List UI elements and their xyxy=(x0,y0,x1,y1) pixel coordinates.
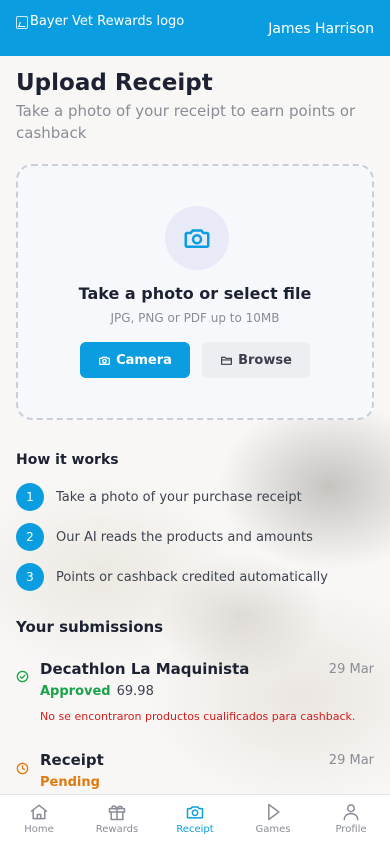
step-text: Points or cashback credited automaticall… xyxy=(56,569,328,585)
tab-profile[interactable]: Profile xyxy=(312,795,390,844)
tab-label: Games xyxy=(255,824,291,835)
folder-icon xyxy=(221,356,233,365)
clock-icon xyxy=(16,762,29,775)
brand-logo[interactable]: Bayer Vet Rewards logo xyxy=(16,14,184,30)
play-icon xyxy=(268,803,280,821)
tab-home[interactable]: Home xyxy=(0,795,78,844)
submission-status: Approved 69.98 xyxy=(40,684,154,699)
tab-label: Rewards xyxy=(95,824,139,835)
camera-button[interactable]: Camera xyxy=(80,342,190,378)
camera-icon xyxy=(99,356,111,365)
browse-button-label: Browse xyxy=(238,352,292,368)
submission-status: Pending xyxy=(40,775,100,790)
tab-receipt[interactable]: Receipt xyxy=(156,795,234,844)
step-number: 1 xyxy=(16,483,44,511)
submission-item[interactable]: Receipt 29 Mar Pending xyxy=(16,751,374,794)
tab-label: Receipt xyxy=(176,824,214,835)
step-text: Our AI reads the products and amounts xyxy=(56,529,313,545)
gift-icon xyxy=(108,805,126,821)
tab-label: Home xyxy=(24,824,54,835)
submission-amount: 69.98 xyxy=(116,684,154,699)
step-number: 3 xyxy=(16,563,44,591)
upload-title: Take a photo or select file xyxy=(78,284,312,303)
check-circle-icon xyxy=(16,670,29,683)
page-subtitle: Take a photo of your receipt to earn poi… xyxy=(16,102,356,142)
browse-button[interactable]: Browse xyxy=(202,342,310,378)
home-icon xyxy=(30,804,48,820)
step-item: 3 Points or cashback credited automatica… xyxy=(16,563,328,591)
upload-camera-badge xyxy=(165,206,229,270)
step-item: 2 Our AI reads the products and amounts xyxy=(16,523,313,551)
page-title: Upload Receipt xyxy=(16,70,213,96)
main-content: Upload Receipt Take a photo of your rece… xyxy=(0,56,390,794)
camera-icon xyxy=(186,806,204,819)
tab-rewards[interactable]: Rewards xyxy=(78,795,156,844)
logo-alt-text: Bayer Vet Rewards logo xyxy=(30,14,185,29)
user-icon xyxy=(343,804,359,821)
app-header: Bayer Vet Rewards logo James Harrison xyxy=(0,0,390,56)
upload-dropzone[interactable]: Take a photo or select file JPG, PNG or … xyxy=(16,164,374,420)
user-name[interactable]: James Harrison xyxy=(268,21,374,37)
tab-games[interactable]: Games xyxy=(234,795,312,844)
step-text: Take a photo of your purchase receipt xyxy=(56,489,302,505)
step-item: 1 Take a photo of your purchase receipt xyxy=(16,483,302,511)
bottom-tab-bar: Home Rewards Receipt Games Profile xyxy=(0,794,390,844)
submission-message: No se encontraron productos cualificados… xyxy=(40,710,356,723)
tab-label: Profile xyxy=(335,824,367,835)
broken-image-icon xyxy=(16,15,28,29)
status-label: Approved xyxy=(40,684,111,699)
submission-merchant: Receipt xyxy=(40,751,104,769)
upload-file-hint: JPG, PNG or PDF up to 10MB xyxy=(110,311,280,325)
submission-date: 29 Mar xyxy=(328,753,374,768)
camera-button-label: Camera xyxy=(116,352,172,368)
submission-date: 29 Mar xyxy=(328,662,374,677)
how-it-works-title: How it works xyxy=(16,452,119,468)
submission-merchant: Decathlon La Maquinista xyxy=(40,660,250,678)
submission-item[interactable]: Decathlon La Maquinista 29 Mar Approved 6… xyxy=(16,660,374,730)
step-number: 2 xyxy=(16,523,44,551)
status-label: Pending xyxy=(40,775,100,790)
submissions-title: Your submissions xyxy=(16,618,164,636)
camera-icon xyxy=(184,229,210,248)
